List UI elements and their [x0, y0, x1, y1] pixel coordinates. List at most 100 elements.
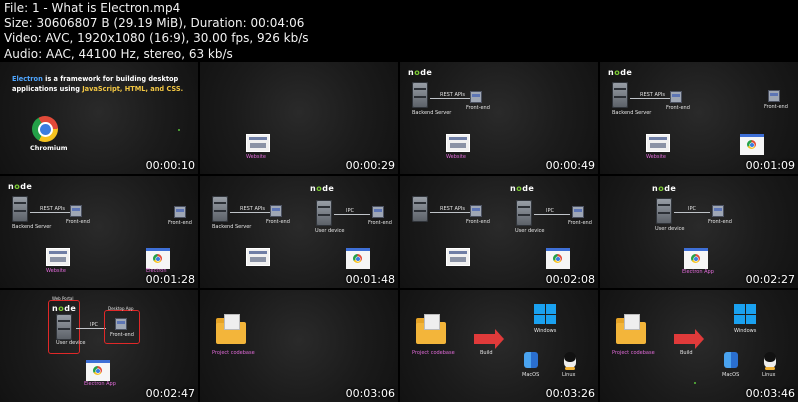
ipc-arrow: [76, 328, 106, 329]
ipc-label: IPC: [90, 322, 98, 328]
backend-label: Backend Server: [212, 224, 252, 230]
linux-label: Linux: [762, 372, 776, 378]
intro-text: Electron is a framework for building des…: [12, 74, 192, 94]
project-codebase-label: Project codebase: [212, 350, 255, 356]
node-logo: node: [510, 184, 535, 193]
website-icon: [246, 134, 270, 152]
thumbnail-2[interactable]: Website 00:00:29: [200, 62, 398, 174]
thumbnail-grid: Electron is a framework for building des…: [0, 62, 798, 402]
frontend-label: Front-end: [708, 219, 732, 225]
project-codebase-label: Project codebase: [412, 350, 455, 356]
frontend-icon: [174, 206, 186, 218]
macos-label: MacOS: [522, 372, 540, 378]
backend-label: Backend Server: [612, 110, 652, 116]
chromium-icon: [32, 116, 58, 142]
electron-app-label: Electron App: [682, 269, 714, 275]
video-info: Video: AVC, 1920x1080 (16:9), 30.00 fps,…: [4, 31, 309, 46]
thumbnail-9[interactable]: Web Portal node User device IPC Desktop …: [0, 290, 198, 402]
frontend-icon: [768, 90, 780, 102]
frontend-icon: [712, 205, 724, 217]
thumbnail-1[interactable]: Electron is a framework for building des…: [0, 62, 198, 174]
server-icon: [412, 196, 428, 222]
user-device-label: User device: [655, 226, 685, 232]
node-logo: node: [608, 68, 633, 77]
thumbnail-5[interactable]: node Backend Server REST APIs Front-end …: [0, 176, 198, 288]
server-icon: [316, 200, 332, 226]
server-icon: [12, 196, 28, 222]
node-logo: node: [52, 304, 77, 313]
timestamp: 00:01:09: [745, 159, 795, 172]
rest-label: REST APIs: [40, 206, 65, 212]
frontend-label: Front-end: [568, 220, 592, 226]
website-icon: [646, 134, 670, 152]
thumbnail-6[interactable]: node Backend Server REST APIs Front-end …: [200, 176, 398, 288]
file-info-header: File: 1 - What is Electron.mp4 Size: 306…: [4, 1, 794, 62]
windows-label: Windows: [534, 328, 557, 334]
electron-app-icon: [740, 134, 764, 155]
thumbnail-10[interactable]: Project codebase 00:03:06: [200, 290, 398, 402]
website-icon: [446, 134, 470, 152]
frontend-label: Front-end: [764, 104, 788, 110]
macos-label: MacOS: [722, 372, 740, 378]
server-icon: [516, 200, 532, 226]
frontend-icon: [270, 205, 282, 217]
timestamp: 00:02:47: [145, 387, 195, 400]
chromium-label: Chromium: [30, 144, 68, 152]
website-label: Website: [446, 154, 466, 160]
thumbnail-8[interactable]: node User device IPC Front-end Electron …: [600, 176, 798, 288]
frontend-label: Front-end: [368, 220, 392, 226]
thumbnail-7[interactable]: node REST APIs Front-end User device IPC…: [400, 176, 598, 288]
website-icon: [246, 248, 270, 266]
frontend-label: Front-end: [168, 220, 192, 226]
cursor-dot: [178, 129, 180, 131]
ipc-label: IPC: [688, 206, 696, 212]
user-device-label: User device: [56, 340, 86, 346]
frontend-icon: [670, 91, 682, 103]
frontend-label: Front-end: [66, 219, 90, 225]
project-codebase-label: Project codebase: [612, 350, 655, 356]
desktop-app-label: Desktop App: [108, 306, 134, 311]
ipc-arrow: [534, 214, 570, 215]
folder-icon: [616, 314, 646, 344]
folder-icon: [216, 314, 246, 344]
frontend-icon: [372, 206, 384, 218]
server-icon: [412, 82, 428, 108]
frontend-label: Front-end: [466, 105, 490, 111]
file-size-duration: Size: 30606807 B (29.19 MiB), Duration: …: [4, 16, 305, 31]
frontend-label: Front-end: [666, 105, 690, 111]
thumbnail-11[interactable]: Project codebase Build Windows MacOS Lin…: [400, 290, 598, 402]
server-icon: [212, 196, 228, 222]
frontend-icon: [470, 205, 482, 217]
frontend-icon: [70, 205, 82, 217]
macos-icon: [724, 352, 738, 368]
electron-app-label: Electron App: [84, 381, 116, 387]
rest-arrow: [30, 212, 70, 213]
frontend-icon: [572, 206, 584, 218]
timestamp: 00:00:49: [545, 159, 595, 172]
rest-label: REST APIs: [440, 92, 465, 98]
rest-arrow: [430, 212, 470, 213]
intro-tech: JavaScript, HTML, and CSS.: [82, 85, 184, 93]
website-label: Website: [246, 154, 266, 160]
linux-icon: [764, 352, 776, 370]
frontend-label: Front-end: [266, 219, 290, 225]
user-device-label: User device: [315, 228, 345, 234]
backend-label: Backend Server: [12, 224, 52, 230]
rest-arrow: [230, 212, 270, 213]
timestamp: 00:02:27: [745, 273, 795, 286]
timestamp: 00:00:10: [145, 159, 195, 172]
frontend-icon: [115, 318, 127, 330]
rest-label: REST APIs: [240, 206, 265, 212]
thumbnail-12[interactable]: Project codebase Build Windows MacOS Lin…: [600, 290, 798, 402]
timestamp: 00:01:28: [145, 273, 195, 286]
macos-icon: [524, 352, 538, 368]
thumbnail-3[interactable]: node Backend Server REST APIs Front-end …: [400, 62, 598, 174]
server-icon: [56, 314, 72, 340]
timestamp: 00:02:08: [545, 273, 595, 286]
thumbnail-4[interactable]: node Backend Server REST APIs Front-end …: [600, 62, 798, 174]
node-logo: node: [408, 68, 433, 77]
frontend-label: Front-end: [466, 219, 490, 225]
build-arrow-icon: [474, 329, 504, 349]
intro-electron: Electron: [12, 75, 43, 83]
website-icon: [446, 248, 470, 266]
